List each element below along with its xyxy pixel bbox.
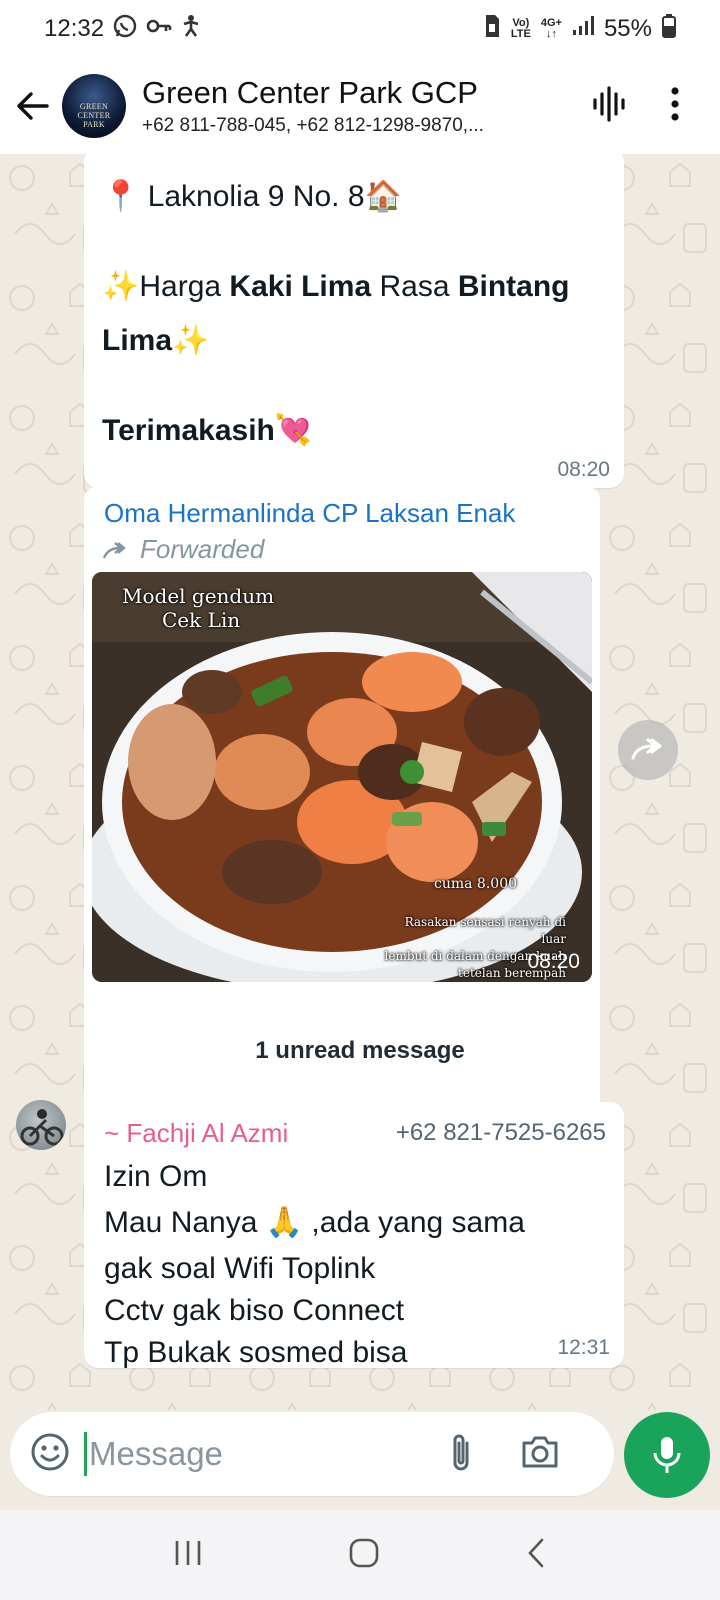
microphone-icon — [653, 1437, 681, 1473]
message-time: 08:20 — [557, 458, 610, 481]
message-time: 08:20 — [527, 950, 580, 973]
voice-message-button[interactable] — [624, 1412, 710, 1498]
whatsapp-notification-icon — [112, 13, 138, 46]
message-line: Lima✨ — [102, 324, 210, 357]
camera-icon — [522, 1436, 558, 1467]
nav-back-button[interactable] — [524, 1537, 548, 1574]
back-button[interactable] — [2, 58, 62, 154]
emoji-icon — [31, 1433, 69, 1470]
chat-title: Green Center Park GCP — [142, 75, 478, 110]
paperclip-icon — [453, 1434, 469, 1470]
message-line: Mau Nanya 🙏 ,ada yang sama — [104, 1206, 525, 1239]
chevron-left-icon — [528, 1538, 544, 1567]
battery-icon — [662, 13, 676, 45]
audio-wave-icon — [593, 85, 625, 122]
status-time: 12:32 — [44, 15, 105, 42]
message-line: 📍 Laknolia 9 No. 8🏠 — [102, 180, 402, 213]
message-sender[interactable]: Oma Hermanlinda CP Laksan Enak — [104, 498, 515, 529]
message-sender[interactable]: ~ Fachji Al Azmi — [104, 1118, 288, 1149]
forwarded-label: Forwarded — [102, 534, 264, 565]
chat-area[interactable]: 📍 Laknolia 9 No. 8🏠 ✨Harga Kaki Lima Ras… — [0, 154, 720, 1410]
motorbike-photo-icon — [20, 1109, 64, 1146]
message-line: Izin Om — [104, 1160, 208, 1193]
recent-apps-icon — [175, 1540, 201, 1565]
message-input[interactable] — [84, 1432, 424, 1476]
battery-level: 55% — [603, 15, 652, 42]
forwarded-icon — [102, 541, 126, 558]
status-bar: 12:32 Vo) LTE 4G+ ↓↑ 55% — [0, 0, 720, 58]
forward-icon — [631, 738, 662, 760]
chat-info[interactable]: Green Center Park GCP +62 811-788-045, +… — [142, 75, 562, 137]
message-line: Terimakasih💘 — [102, 414, 313, 447]
image-price-caption: cuma 8.000 — [434, 876, 518, 892]
chat-participants: +62 811-788-045, +62 812-1298-9870,... — [142, 115, 484, 136]
sim-icon — [483, 14, 501, 45]
key-icon — [146, 15, 172, 43]
message-line: gak soal Wifi Toplink — [104, 1252, 376, 1285]
message-line: Tp Bukak sosmed bisa — [104, 1336, 408, 1369]
message-bubble[interactable]: ~ Fachji Al Azmi +62 821-7525-6265 Izin … — [84, 1102, 624, 1369]
signal-icon — [572, 15, 594, 43]
home-button[interactable] — [348, 1537, 380, 1574]
group-avatar-text: GREEN CENTER PARK — [77, 102, 111, 129]
arrow-left-icon — [17, 92, 49, 120]
volte-indicator: Vo) LTE — [510, 17, 531, 40]
accessibility-icon — [180, 14, 202, 45]
message-image[interactable]: Model gendum Cek Lin cuma 8.000 Rasakan … — [92, 572, 592, 982]
camera-button[interactable] — [520, 1434, 560, 1475]
message-line: ✨Harga Kaki Lima Rasa Bintang — [102, 270, 570, 303]
home-icon — [349, 1538, 379, 1567]
image-caption-top: Model gendum Cek Lin — [122, 584, 275, 632]
voice-chat-button[interactable] — [592, 85, 628, 127]
recent-apps-button[interactable] — [172, 1539, 204, 1572]
message-bubble[interactable]: 📍 Laknolia 9 No. 8🏠 ✨Harga Kaki Lima Ras… — [84, 154, 624, 488]
attach-button[interactable] — [448, 1431, 474, 1478]
sender-avatar[interactable] — [16, 1100, 66, 1150]
network-type-indicator: 4G+ ↓↑ — [540, 17, 562, 40]
more-options-button[interactable] — [670, 86, 680, 126]
group-avatar[interactable]: GREEN CENTER PARK — [62, 74, 126, 138]
chat-header: GREEN CENTER PARK Green Center Park GCP … — [0, 58, 720, 154]
message-composer — [10, 1412, 614, 1496]
kebab-menu-icon — [671, 86, 679, 121]
sender-phone: +62 821-7525-6265 — [395, 1119, 606, 1146]
system-navigation-bar — [0, 1510, 720, 1600]
message-line: Cctv gak biso Connect — [104, 1294, 405, 1327]
share-forward-button[interactable] — [618, 720, 678, 780]
message-time: 12:31 — [557, 1336, 610, 1359]
unread-messages-divider: 1 unread message — [212, 1020, 508, 1082]
emoji-button[interactable] — [30, 1432, 70, 1477]
